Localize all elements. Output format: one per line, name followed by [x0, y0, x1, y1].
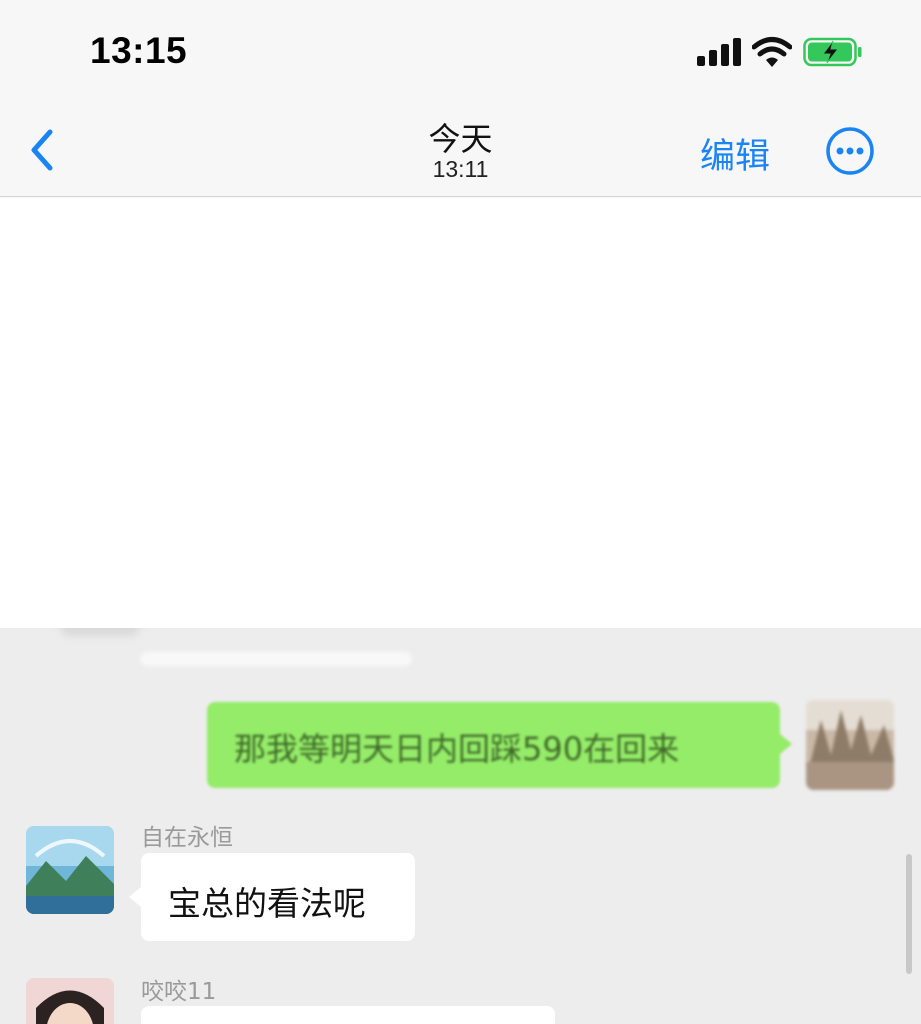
incoming-message-bubble[interactable] — [141, 1006, 555, 1024]
faded-avatar — [60, 628, 140, 636]
avatar[interactable] — [806, 700, 894, 790]
faded-message — [140, 652, 412, 666]
battery-charging-icon — [803, 37, 862, 67]
chat-area[interactable]: 那我等明天日内回踩590在回来 自在永恒 宝总的看法呢 咬咬11 — [0, 628, 921, 1024]
status-time: 13:15 — [90, 30, 188, 71]
avatar[interactable] — [26, 978, 114, 1024]
sender-name: 咬咬11 — [141, 979, 217, 1005]
wifi-icon — [752, 37, 792, 67]
edit-button[interactable]: 编辑 — [700, 128, 770, 179]
sender-name: 自在永恒 — [141, 825, 233, 851]
nav-bar: 今天 13:11 编辑 — [0, 100, 921, 197]
cellular-signal-icon — [697, 38, 741, 66]
more-circle-icon[interactable] — [825, 126, 875, 176]
avatar[interactable] — [26, 826, 114, 914]
status-bar: 13:15 — [0, 0, 921, 100]
page-subtitle: 13:11 — [432, 156, 489, 182]
scrollbar[interactable] — [906, 854, 912, 974]
avatar-image — [26, 826, 114, 914]
page-title: 今天 — [428, 120, 493, 158]
message-text: 宝总的看法呢 — [168, 884, 366, 923]
avatar-image — [26, 978, 114, 1024]
outgoing-message-bubble[interactable]: 那我等明天日内回踩590在回来 — [207, 702, 792, 788]
message-text: 那我等明天日内回踩590在回来 — [234, 730, 680, 768]
avatar-image — [806, 700, 894, 790]
incoming-message-bubble[interactable]: 宝总的看法呢 — [129, 853, 415, 941]
blank-area — [0, 198, 921, 628]
